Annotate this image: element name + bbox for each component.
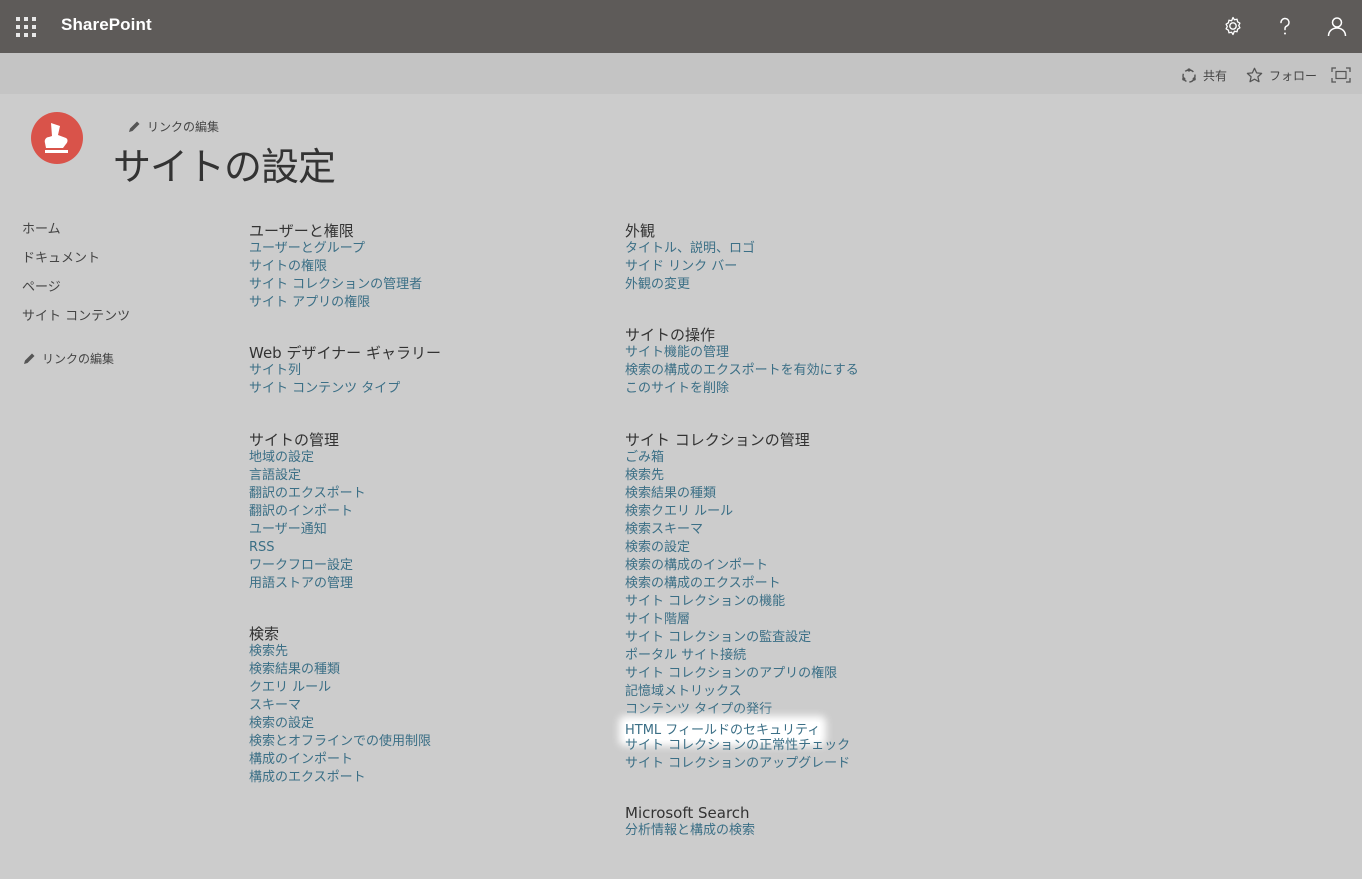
settings-link[interactable]: サイト コンテンツ タイプ	[249, 380, 441, 398]
settings-link[interactable]: ごみ箱	[625, 449, 859, 467]
pencil-icon	[129, 121, 140, 132]
focus-mode-icon	[1331, 67, 1351, 83]
edit-links-header[interactable]: リンクの編集	[127, 118, 219, 135]
section-search: 検索 検索先 検索結果の種類 クエリ ルール スキーマ 検索の設定 検索とオフラ…	[249, 625, 441, 787]
settings-column-2: 外観 タイトル、説明、ロゴ サイド リンク バー 外観の変更 サイトの操作 サイ…	[625, 222, 859, 862]
page-title: サイトの設定	[113, 145, 336, 189]
help-icon[interactable]	[1273, 14, 1297, 38]
settings-link[interactable]: RSS	[249, 539, 441, 557]
settings-link[interactable]: 検索クエリ ルール	[625, 503, 859, 521]
settings-link[interactable]: 検索スキーマ	[625, 521, 859, 539]
settings-link[interactable]: サイト コレクションの監査設定	[625, 629, 859, 647]
section-site-administration: サイトの管理 地域の設定 言語設定 翻訳のエクスポート 翻訳のインポート ユーザ…	[249, 431, 441, 593]
pencil-icon	[24, 353, 35, 364]
section-title: 外観	[625, 222, 656, 240]
settings-link[interactable]: ワークフロー設定	[249, 557, 441, 575]
settings-link[interactable]: このサイトを削除	[625, 380, 859, 398]
share-button[interactable]: 共有	[1181, 67, 1227, 84]
follow-label: フォロー	[1269, 69, 1318, 83]
section-users-permissions: ユーザーと権限 ユーザーとグループ サイトの権限 サイト コレクションの管理者 …	[249, 222, 441, 312]
settings-link[interactable]: 分析情報と構成の検索	[625, 822, 859, 840]
settings-link[interactable]: サイド リンク バー	[625, 258, 859, 276]
settings-link[interactable]: スキーマ	[249, 697, 441, 715]
settings-link[interactable]: 検索結果の種類	[249, 661, 441, 679]
section-title: サイト コレクションの管理	[625, 431, 810, 449]
nav-item-home[interactable]: ホーム	[22, 220, 130, 249]
settings-link[interactable]: 翻訳のエクスポート	[249, 485, 441, 503]
settings-link[interactable]: 検索先	[625, 467, 859, 485]
nav-item-documents[interactable]: ドキュメント	[22, 249, 130, 278]
edit-links-nav[interactable]: リンクの編集	[22, 350, 130, 367]
settings-link[interactable]: サイト階層	[625, 611, 859, 629]
section-title: サイトの管理	[249, 431, 340, 449]
settings-link[interactable]: サイト コレクションの機能	[625, 593, 859, 611]
settings-link[interactable]: ポータル サイト接続	[625, 647, 859, 665]
settings-link[interactable]: 構成のエクスポート	[249, 769, 441, 787]
settings-link[interactable]: 検索の設定	[625, 539, 859, 557]
section-site-collection-administration: サイト コレクションの管理 ごみ箱 検索先 検索結果の種類 検索クエリ ルール …	[625, 431, 859, 773]
settings-link[interactable]: 検索結果の種類	[625, 485, 859, 503]
nav-item-pages[interactable]: ページ	[22, 278, 130, 307]
settings-link[interactable]: 地域の設定	[249, 449, 441, 467]
settings-link[interactable]: 翻訳のインポート	[249, 503, 441, 521]
settings-link[interactable]: サイト コレクションのアップグレード	[625, 755, 859, 773]
section-title: 検索	[249, 625, 280, 643]
settings-link[interactable]: 記憶域メトリックス	[625, 683, 859, 701]
section-web-designer-galleries: Web デザイナー ギャラリー サイト列 サイト コンテンツ タイプ	[249, 344, 441, 398]
settings-link[interactable]: サイト コレクションのアプリの権限	[625, 665, 859, 683]
user-icon[interactable]	[1325, 14, 1349, 38]
section-title: サイトの操作	[625, 326, 716, 344]
section-title: Web デザイナー ギャラリー	[249, 344, 441, 362]
settings-link[interactable]: サイト アプリの権限	[249, 294, 441, 312]
command-bar	[0, 53, 1362, 94]
settings-link[interactable]: 用語ストアの管理	[249, 575, 441, 593]
nav-item-site-contents[interactable]: サイト コンテンツ	[22, 307, 130, 336]
app-launcher-icon[interactable]	[16, 17, 36, 37]
settings-link[interactable]: 構成のインポート	[249, 751, 441, 769]
settings-link[interactable]: 検索の構成のエクスポート	[625, 575, 859, 593]
follow-button[interactable]: フォロー	[1246, 67, 1317, 84]
focus-mode-button[interactable]	[1331, 67, 1357, 83]
section-title: Microsoft Search	[625, 804, 750, 822]
gear-icon[interactable]	[1221, 14, 1245, 38]
settings-link[interactable]: 外観の変更	[625, 276, 859, 294]
settings-link[interactable]: 検索の構成のインポート	[625, 557, 859, 575]
settings-link[interactable]: サイト機能の管理	[625, 344, 859, 362]
edit-links-label: リンクの編集	[147, 120, 220, 134]
section-site-actions: サイトの操作 サイト機能の管理 検索の構成のエクスポートを有効にする このサイト…	[625, 326, 859, 398]
section-look-and-feel: 外観 タイトル、説明、ロゴ サイド リンク バー 外観の変更	[625, 222, 859, 294]
settings-link[interactable]: サイト列	[249, 362, 441, 380]
share-label: 共有	[1203, 69, 1228, 83]
settings-link[interactable]: ユーザー通知	[249, 521, 441, 539]
suite-bar: SharePoint	[0, 0, 1362, 53]
left-navigation: ホーム ドキュメント ページ サイト コンテンツ リンクの編集	[22, 220, 130, 367]
settings-link[interactable]: 検索とオフラインでの使用制限	[249, 733, 441, 751]
settings-link[interactable]: 言語設定	[249, 467, 441, 485]
settings-link[interactable]: タイトル、説明、ロゴ	[625, 240, 859, 258]
settings-link[interactable]: サイト コレクションの正常性チェック	[625, 737, 859, 755]
settings-link[interactable]: クエリ ルール	[249, 679, 441, 697]
settings-link[interactable]: ユーザーとグループ	[249, 240, 441, 258]
settings-link[interactable]: 検索の設定	[249, 715, 441, 733]
settings-link[interactable]: コンテンツ タイプの発行	[625, 701, 859, 719]
star-icon	[1246, 67, 1263, 83]
site-logo[interactable]	[31, 112, 83, 164]
share-icon	[1182, 67, 1196, 83]
section-microsoft-search: Microsoft Search 分析情報と構成の検索	[625, 804, 859, 840]
brand-name[interactable]: SharePoint	[61, 15, 152, 35]
edit-links-label: リンクの編集	[42, 352, 115, 366]
settings-link[interactable]: 検索の構成のエクスポートを有効にする	[625, 362, 859, 380]
section-title: ユーザーと権限	[249, 222, 354, 240]
settings-link[interactable]: サイトの権限	[249, 258, 441, 276]
settings-link[interactable]: サイト コレクションの管理者	[249, 276, 441, 294]
settings-link[interactable]: 検索先	[249, 643, 441, 661]
settings-column-1: ユーザーと権限 ユーザーとグループ サイトの権限 サイト コレクションの管理者 …	[249, 222, 441, 809]
